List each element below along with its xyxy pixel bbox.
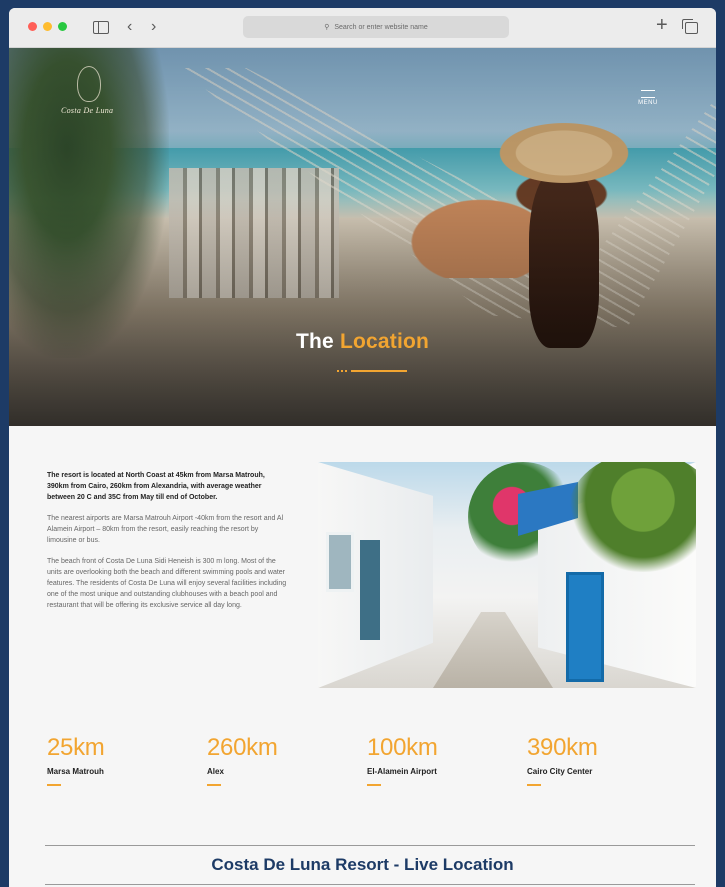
- title-divider-dots: [337, 370, 349, 372]
- minimize-dot-icon[interactable]: [43, 22, 52, 31]
- zoom-dot-icon[interactable]: [58, 22, 67, 31]
- stat-item: 260km Alex: [207, 734, 367, 786]
- back-icon[interactable]: ‹: [127, 17, 132, 37]
- stat-value: 25km: [47, 734, 105, 761]
- forward-icon[interactable]: ›: [151, 17, 156, 37]
- stat-label: Alex: [207, 767, 224, 776]
- stat-label: El-Alamein Airport: [367, 767, 437, 776]
- address-bar[interactable]: ⚲ Search or enter website name: [243, 16, 509, 38]
- location-lead: The resort is located at North Coast at …: [47, 472, 265, 501]
- stat-underline: [47, 784, 61, 786]
- stat-label: Marsa Matrouh: [47, 767, 104, 776]
- tabs-overview-icon[interactable]: [682, 19, 698, 34]
- page-title-white: The: [295, 330, 334, 353]
- photo-door-left: [360, 540, 380, 640]
- menu-button[interactable]: MENU: [637, 90, 659, 106]
- logo-icon: [77, 66, 101, 102]
- browser-window: ‹ › ⚲ Search or enter website name + Cos…: [9, 8, 716, 887]
- location-airports: The nearest airports are Marsa Matrouh A…: [47, 515, 284, 544]
- search-icon: ⚲: [324, 24, 330, 31]
- photo-door-right: [566, 572, 604, 682]
- stat-value: 100km: [367, 734, 438, 761]
- location-section: The resort is located at North Coast at …: [9, 426, 716, 887]
- close-dot-icon[interactable]: [28, 22, 37, 31]
- location-photo: [318, 462, 696, 688]
- stat-label: Cairo City Center: [527, 767, 593, 776]
- stat-item: 25km Marsa Matrouh: [47, 734, 207, 786]
- hero-banner: Costa De Luna MENU The Location: [9, 48, 716, 426]
- stat-item: 100km El-Alamein Airport: [367, 734, 527, 786]
- page-title: The Location: [9, 330, 716, 354]
- photo-window: [326, 532, 354, 592]
- live-location-divider-top: [45, 845, 695, 846]
- live-location-title: Costa De Luna Resort - Live Location: [211, 855, 514, 874]
- stat-item: 390km Cairo City Center: [527, 734, 687, 786]
- stat-underline: [367, 784, 381, 786]
- new-tab-icon[interactable]: +: [656, 15, 668, 35]
- page-title-accent: Location: [339, 330, 430, 353]
- distance-stats: 25km Marsa Matrouh 260km Alex 100km El-A…: [47, 734, 687, 786]
- photo-street: [433, 612, 553, 688]
- title-divider-line: [351, 370, 407, 372]
- stat-value: 260km: [207, 734, 278, 761]
- live-location-divider-bottom: [45, 884, 695, 885]
- location-text: The resort is located at North Coast at …: [47, 470, 287, 621]
- stat-underline: [207, 784, 221, 786]
- stat-underline: [527, 784, 541, 786]
- stat-value: 390km: [527, 734, 598, 761]
- browser-toolbar: ‹ › ⚲ Search or enter website name +: [9, 8, 716, 48]
- title-divider: [337, 370, 407, 372]
- sidebar-icon[interactable]: [93, 21, 109, 34]
- site-logo[interactable]: Costa De Luna: [61, 106, 113, 115]
- location-beach: The beach front of Costa De Luna Sidi He…: [47, 558, 287, 609]
- address-placeholder: Search or enter website name: [334, 23, 428, 31]
